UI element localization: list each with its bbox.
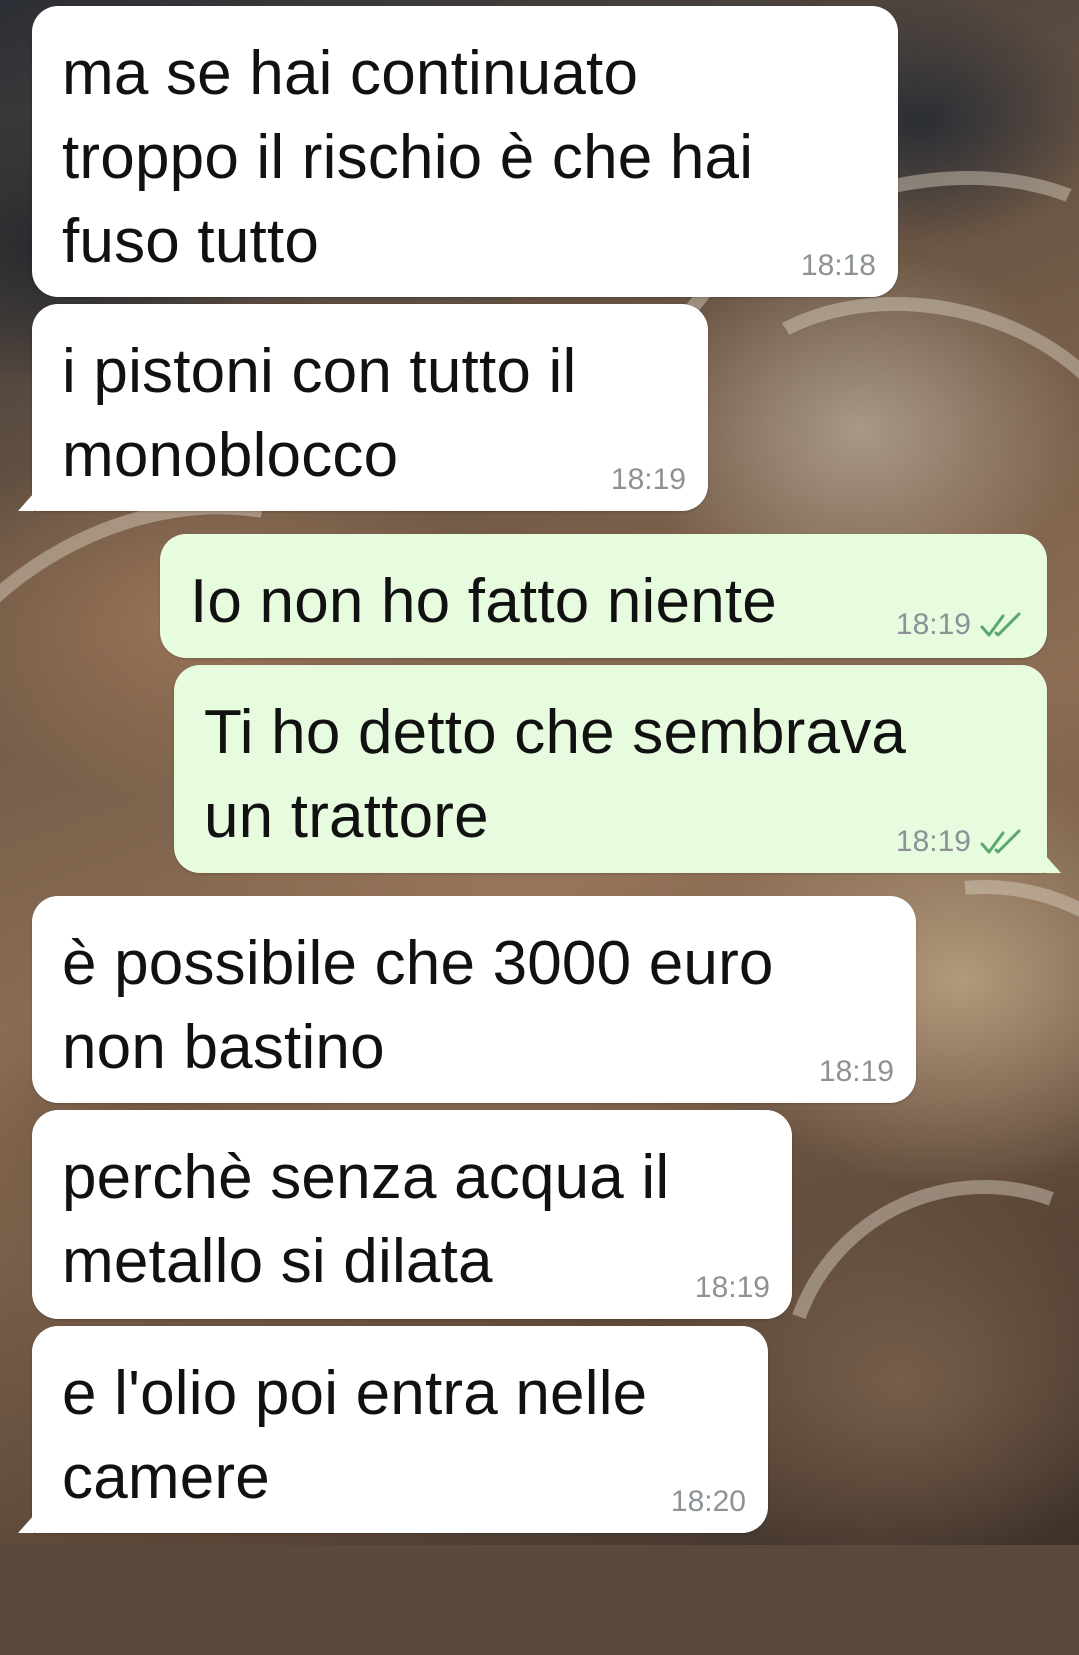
message-time: 18:20 (670, 1485, 746, 1518)
message-meta: 18:18 (801, 249, 876, 283)
message-time: 18:19 (610, 463, 686, 496)
message-text: ma se hai continuato troppo il rischio è… (62, 39, 754, 276)
message-meta: 18:19 (819, 1055, 894, 1089)
incoming-message-bubble[interactable]: perchè senza acqua il metallo si dilata … (32, 1110, 792, 1319)
incoming-message-bubble[interactable]: ma se hai continuato troppo il rischio è… (32, 6, 898, 297)
message-text: perchè senza acqua il metallo si dilata (62, 1143, 670, 1296)
message-time: 18:19 (694, 1271, 770, 1304)
message-text: e l'olio poi entra nelle camere (62, 1359, 648, 1512)
message-text: Io non ho fatto niente (190, 567, 777, 636)
incoming-message-bubble[interactable]: i pistoni con tutto il monoblocco 18:19 (18, 304, 708, 511)
message-meta: 18:19 (896, 825, 1025, 859)
message-meta: 18:20 (671, 1485, 746, 1519)
outgoing-message-bubble[interactable]: Ti ho detto che sembrava un trattore 18:… (174, 665, 1061, 873)
outgoing-message-bubble[interactable]: Io non ho fatto niente 18:19 (160, 534, 1047, 658)
message-meta: 18:19 (611, 463, 686, 497)
message-text: è possibile che 3000 euro non bastino (62, 929, 774, 1082)
incoming-message-bubble[interactable]: e l'olio poi entra nelle camere 18:20 (18, 1326, 768, 1533)
incoming-message-bubble[interactable]: è possibile che 3000 euro non bastino 18… (32, 896, 916, 1103)
double-check-icon (980, 612, 1021, 637)
message-time: 18:19 (895, 825, 971, 858)
message-time: 18:19 (818, 1055, 894, 1088)
message-meta: 18:19 (896, 608, 1025, 642)
message-text: i pistoni con tutto il monoblocco (62, 337, 577, 490)
message-time: 18:18 (800, 249, 876, 282)
message-time: 18:19 (895, 608, 971, 641)
double-check-icon (980, 829, 1021, 854)
message-meta: 18:19 (695, 1271, 770, 1305)
